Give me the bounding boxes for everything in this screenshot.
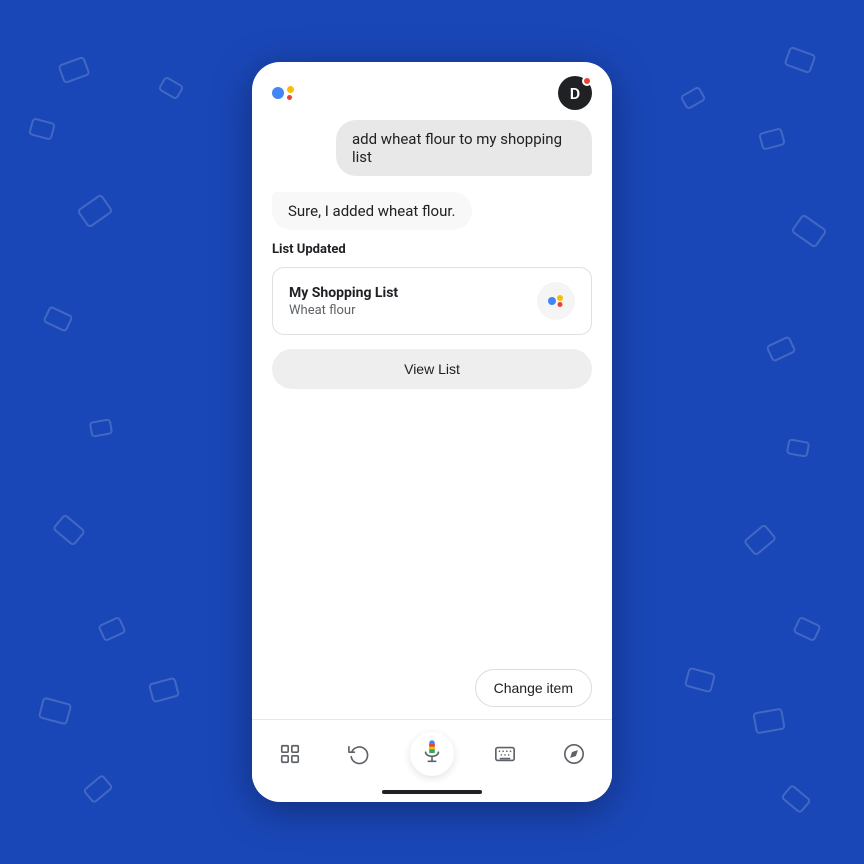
conversation-content: add wheat flour to my shopping list Sure… xyxy=(252,120,612,719)
explore-icon[interactable] xyxy=(556,736,592,772)
assistant-dot-blue xyxy=(272,87,284,99)
change-item-button[interactable]: Change item xyxy=(475,669,592,707)
assistant-dot-red xyxy=(287,95,292,100)
user-message-bubble: add wheat flour to my shopping list xyxy=(336,120,592,176)
assistant-icon xyxy=(272,86,294,100)
top-bar: D xyxy=(252,62,612,120)
view-list-button[interactable]: View List xyxy=(272,349,592,389)
spacer xyxy=(272,397,592,669)
home-indicator xyxy=(252,782,612,802)
assistant-response-bubble: Sure, I added wheat flour. xyxy=(272,192,472,230)
shopping-card-text: My Shopping List Wheat flour xyxy=(289,285,398,318)
shopping-list-title: My Shopping List xyxy=(289,285,398,301)
phone-container: D add wheat flour to my shopping list Su… xyxy=(252,62,612,802)
assistant-dot-group xyxy=(287,86,294,100)
microphone-button[interactable] xyxy=(410,732,454,776)
routines-icon[interactable] xyxy=(272,736,308,772)
assistant-dot-yellow xyxy=(287,86,294,93)
home-bar xyxy=(382,790,482,794)
mini-assistant-icon xyxy=(537,282,575,320)
avatar-notification-dot xyxy=(582,76,592,86)
bottom-toolbar xyxy=(252,719,612,782)
shopping-list-card: My Shopping List Wheat flour xyxy=(272,267,592,335)
avatar[interactable]: D xyxy=(558,76,592,110)
history-icon[interactable] xyxy=(341,736,377,772)
shopping-list-item: Wheat flour xyxy=(289,303,398,318)
list-updated-label: List Updated xyxy=(272,242,592,257)
mini-assistant-svg xyxy=(544,289,568,313)
keyboard-icon[interactable] xyxy=(487,736,523,772)
